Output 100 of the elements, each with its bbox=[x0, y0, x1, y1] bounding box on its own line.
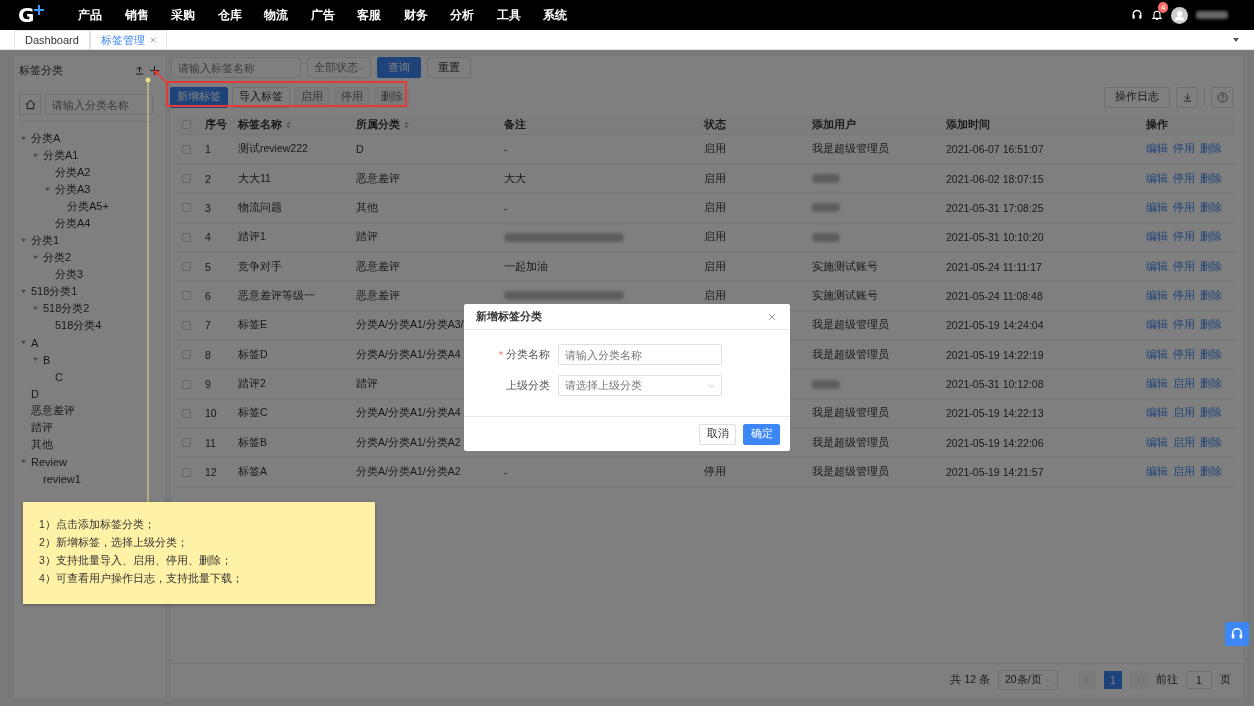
bell-icon[interactable] bbox=[1151, 9, 1163, 21]
tree-item[interactable]: 518分类1 bbox=[31, 284, 78, 299]
row-action-link[interactable]: 停用 bbox=[1173, 200, 1195, 215]
tree-item[interactable]: B bbox=[43, 353, 51, 366]
row-action-link[interactable]: 编辑 bbox=[1146, 230, 1168, 245]
row-action-link[interactable]: 删除 bbox=[1200, 142, 1222, 157]
column-header[interactable]: 所属分类 bbox=[356, 117, 504, 132]
row-action-link[interactable]: 启用 bbox=[1173, 406, 1195, 421]
tree-item[interactable]: 分类2 bbox=[43, 250, 72, 265]
row-action-link[interactable]: 停用 bbox=[1173, 347, 1195, 362]
row-action-link[interactable]: 删除 bbox=[1200, 171, 1222, 186]
search-button[interactable]: 查询 bbox=[377, 57, 421, 78]
row-action-link[interactable]: 删除 bbox=[1200, 435, 1222, 450]
row-action-link[interactable]: 编辑 bbox=[1146, 465, 1168, 480]
menu-item[interactable]: 客服 bbox=[357, 6, 404, 24]
tree-item[interactable]: 分类A bbox=[31, 131, 61, 146]
action-button[interactable]: 新增标签 bbox=[170, 86, 228, 108]
row-action-link[interactable]: 启用 bbox=[1173, 465, 1195, 480]
tree-item[interactable]: C bbox=[55, 370, 63, 383]
tree-item[interactable]: review1 bbox=[43, 472, 81, 485]
tree-item[interactable]: Review bbox=[31, 455, 68, 468]
row-action-link[interactable]: 删除 bbox=[1200, 465, 1222, 480]
tree-item[interactable]: 恶意差评 bbox=[31, 403, 75, 418]
tree-item[interactable]: 踏评 bbox=[31, 420, 53, 435]
checkbox[interactable] bbox=[182, 174, 191, 184]
page-tab[interactable]: Dashboard bbox=[14, 30, 90, 49]
row-action-link[interactable]: 停用 bbox=[1173, 259, 1195, 274]
checkbox[interactable] bbox=[182, 408, 191, 418]
avatar-icon[interactable] bbox=[1171, 6, 1188, 24]
tree-item[interactable]: 分类A1 bbox=[43, 148, 79, 163]
checkbox[interactable] bbox=[182, 320, 191, 330]
row-action-link[interactable]: 删除 bbox=[1200, 288, 1222, 303]
checkbox[interactable] bbox=[182, 350, 191, 360]
row-action-link[interactable]: 删除 bbox=[1200, 200, 1222, 215]
checkbox[interactable] bbox=[182, 291, 191, 301]
row-action-link[interactable]: 编辑 bbox=[1146, 347, 1168, 362]
status-select[interactable]: 全部状态 bbox=[307, 57, 371, 78]
close-icon[interactable] bbox=[149, 37, 156, 43]
tree-item[interactable]: 518分类4 bbox=[55, 318, 102, 333]
checkbox[interactable] bbox=[182, 120, 191, 129]
menu-item[interactable]: 产品 bbox=[78, 6, 125, 24]
row-action-link[interactable]: 启用 bbox=[1173, 435, 1195, 450]
search-field[interactable]: 请输入标签名称 bbox=[171, 57, 301, 78]
tree-item[interactable]: 分类A2 bbox=[55, 165, 91, 180]
row-action-link[interactable]: 删除 bbox=[1200, 318, 1222, 333]
support-button[interactable] bbox=[1225, 622, 1249, 646]
menu-item[interactable]: 系统 bbox=[543, 6, 590, 24]
menu-item[interactable]: 仓库 bbox=[217, 6, 264, 24]
input-field[interactable]: 请输入分类名称 bbox=[558, 344, 722, 365]
tree-item[interactable]: A bbox=[31, 336, 39, 349]
close-icon[interactable] bbox=[768, 312, 776, 321]
sort-icon[interactable] bbox=[404, 120, 409, 129]
cancel-button[interactable]: 取消 bbox=[699, 423, 736, 445]
menu-item[interactable]: 广告 bbox=[310, 6, 357, 24]
page-button[interactable]: 1 bbox=[1104, 671, 1122, 689]
checkbox[interactable] bbox=[182, 467, 191, 477]
row-action-link[interactable]: 编辑 bbox=[1146, 435, 1168, 450]
confirm-button[interactable]: 确定 bbox=[743, 423, 780, 445]
sort-icon[interactable] bbox=[286, 120, 291, 129]
headset-icon[interactable] bbox=[1131, 9, 1143, 21]
help-button[interactable] bbox=[1211, 86, 1233, 108]
reset-button[interactable]: 重置 bbox=[427, 57, 471, 78]
row-action-link[interactable]: 编辑 bbox=[1146, 171, 1168, 186]
checkbox[interactable] bbox=[182, 379, 191, 389]
checkbox[interactable] bbox=[182, 203, 191, 213]
page-tab[interactable]: 标签管理 bbox=[89, 30, 167, 49]
row-action-link[interactable]: 编辑 bbox=[1146, 200, 1168, 215]
checkbox[interactable] bbox=[182, 232, 191, 242]
tree-item[interactable]: D bbox=[31, 387, 39, 400]
download-button[interactable] bbox=[1176, 86, 1198, 108]
row-action-link[interactable]: 删除 bbox=[1200, 347, 1222, 362]
log-button[interactable]: 操作日志 bbox=[1104, 86, 1170, 108]
row-action-link[interactable]: 编辑 bbox=[1146, 259, 1168, 274]
menu-item[interactable]: 分析 bbox=[450, 6, 497, 24]
row-action-link[interactable]: 停用 bbox=[1173, 230, 1195, 245]
menu-item[interactable]: 财务 bbox=[403, 6, 450, 24]
page-size-select[interactable]: 20条/页 bbox=[998, 670, 1058, 690]
menu-item[interactable]: 销售 bbox=[124, 6, 171, 24]
tree-item[interactable]: 其他 bbox=[31, 437, 53, 452]
menu-item[interactable]: 采购 bbox=[171, 6, 218, 24]
row-action-link[interactable]: 删除 bbox=[1200, 406, 1222, 421]
row-action-link[interactable]: 删除 bbox=[1200, 259, 1222, 274]
caret-icon[interactable] bbox=[1232, 35, 1240, 44]
row-action-link[interactable]: 停用 bbox=[1173, 142, 1195, 157]
tree-item[interactable]: 分类A4 bbox=[55, 216, 91, 231]
row-action-link[interactable]: 停用 bbox=[1173, 318, 1195, 333]
home-button[interactable] bbox=[19, 94, 41, 115]
tree-item[interactable]: 分类3 bbox=[55, 267, 84, 282]
column-header[interactable]: 标签名称 bbox=[238, 117, 356, 132]
row-action-link[interactable]: 删除 bbox=[1200, 377, 1222, 392]
upload-icon[interactable] bbox=[135, 65, 144, 75]
tree-item[interactable]: 分类1 bbox=[31, 233, 60, 248]
checkbox[interactable] bbox=[182, 262, 191, 272]
row-action-link[interactable]: 编辑 bbox=[1146, 377, 1168, 392]
row-action-link[interactable]: 编辑 bbox=[1146, 318, 1168, 333]
tree-item[interactable]: 518分类2 bbox=[43, 301, 90, 316]
menu-item[interactable]: 物流 bbox=[264, 6, 311, 24]
checkbox[interactable] bbox=[182, 144, 191, 154]
select-field[interactable]: 请选择上级分类 bbox=[558, 375, 722, 396]
row-action-link[interactable]: 启用 bbox=[1173, 377, 1195, 392]
